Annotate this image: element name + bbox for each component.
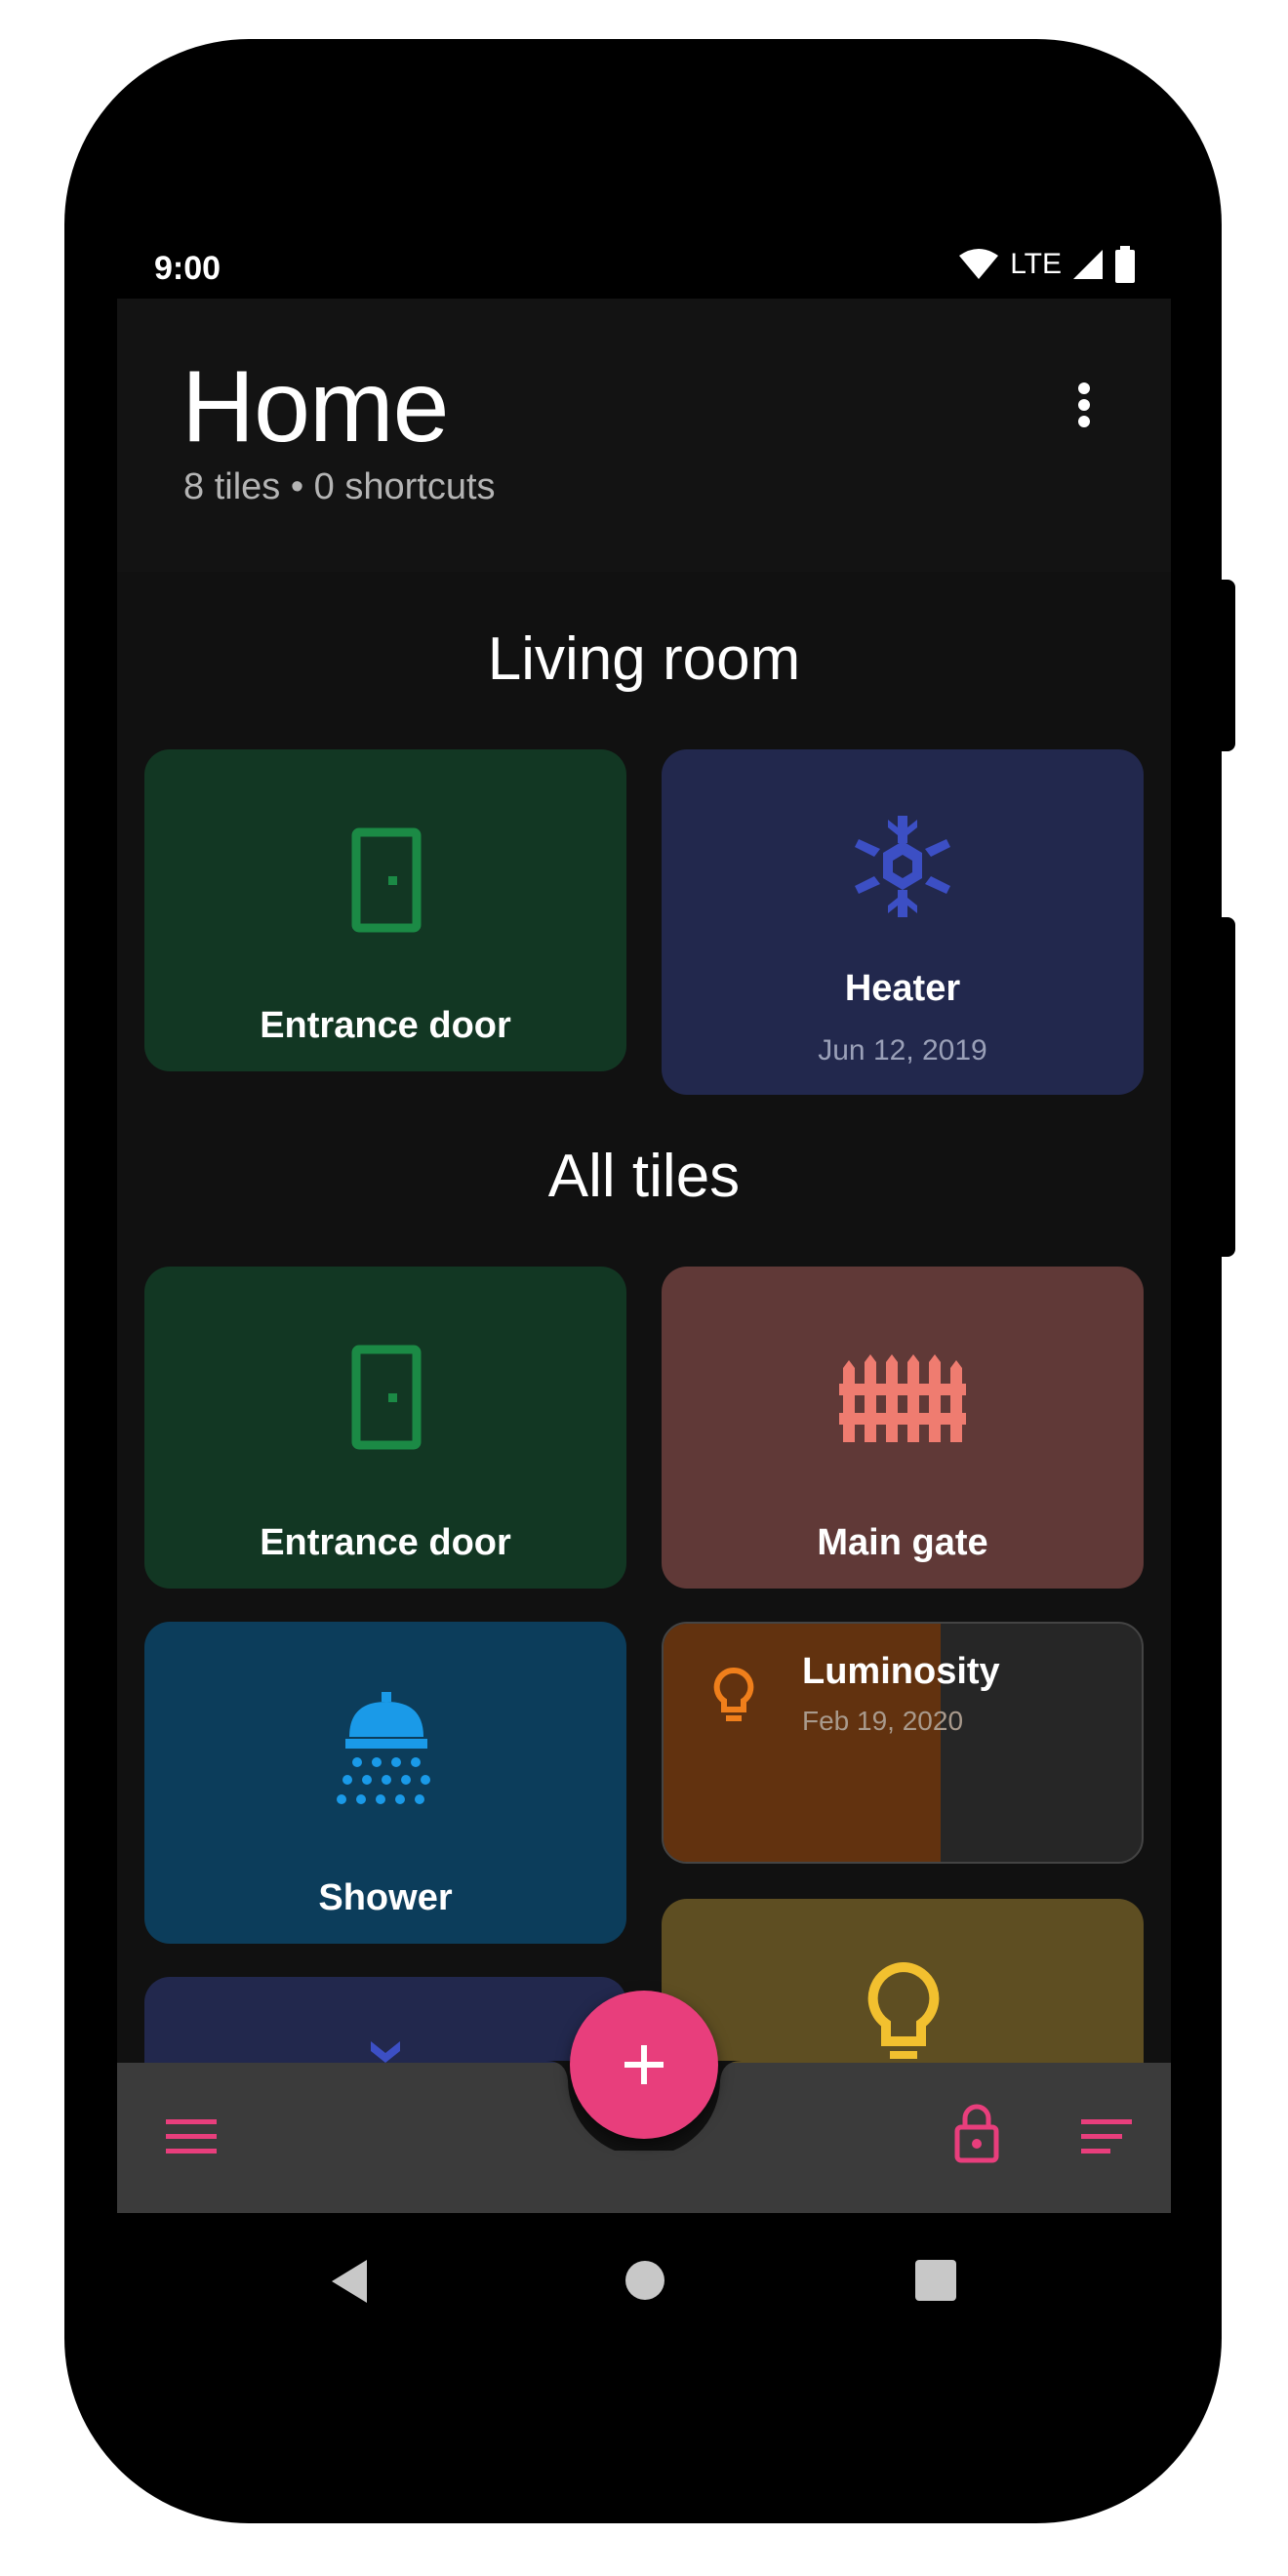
wifi-icon	[959, 249, 999, 279]
tile-entrance-door[interactable]: Entrance door	[144, 1267, 626, 1589]
app-header: Home 8 tiles • 0 shortcuts	[117, 299, 1171, 572]
page-title: Home	[181, 350, 449, 463]
section-title-all-tiles: All tiles	[547, 1143, 741, 1210]
tile-label: Shower	[318, 1877, 453, 1918]
page-subtitle: 8 tiles • 0 shortcuts	[183, 466, 496, 507]
lightbulb-icon	[867, 1961, 940, 2059]
back-icon[interactable]	[332, 2260, 371, 2303]
system-nav-bar	[117, 2213, 1171, 2350]
app-screen: Home 8 tiles • 0 shortcuts Living room E…	[117, 299, 1171, 2213]
tile-label: Main gate	[817, 1522, 988, 1563]
tile-luminosity[interactable]: Luminosity Feb 19, 2020	[662, 1622, 1144, 1864]
tile-shower[interactable]: Shower	[144, 1622, 626, 1944]
tile-date: Jun 12, 2019	[818, 1034, 987, 1067]
status-icons: LTE	[957, 246, 1136, 283]
tile-label: Entrance door	[260, 1522, 511, 1563]
volume-button	[1222, 917, 1235, 1257]
tile-label: Entrance door	[260, 1005, 511, 1046]
sort-icon[interactable]	[1081, 2117, 1132, 2156]
tile-date: Feb 19, 2020	[802, 1706, 964, 1736]
tile-label: Heater	[844, 968, 961, 1009]
battery-icon	[1115, 246, 1135, 283]
tile-heater-living[interactable]: Heater Jun 12, 2019	[662, 749, 1144, 1095]
lightbulb-icon	[713, 1667, 754, 1721]
status-bar: 9:00 LTE	[117, 230, 1171, 299]
section-title-living-room: Living room	[487, 625, 801, 693]
menu-icon[interactable]	[166, 2117, 217, 2156]
lock-icon[interactable]	[954, 2104, 999, 2164]
fence-icon	[839, 1354, 966, 1442]
home-icon[interactable]	[624, 2260, 665, 2301]
recents-icon[interactable]	[915, 2260, 956, 2301]
status-time: 9:00	[154, 250, 221, 287]
tile-entrance-door-living[interactable]: Entrance door	[144, 749, 626, 1071]
add-tile-button[interactable]	[570, 1991, 718, 2139]
more-options-icon[interactable]	[1077, 382, 1091, 427]
door-icon	[351, 827, 422, 933]
shower-icon	[337, 1692, 430, 1804]
plus-icon	[624, 2045, 664, 2084]
signal-icon	[1073, 250, 1103, 279]
power-button	[1222, 580, 1235, 751]
network-label: LTE	[1010, 248, 1062, 280]
snowflake-icon	[855, 816, 950, 917]
tile-label: Luminosity	[802, 1651, 1000, 1692]
door-icon	[351, 1345, 422, 1450]
tile-main-gate[interactable]: Main gate	[662, 1267, 1144, 1589]
